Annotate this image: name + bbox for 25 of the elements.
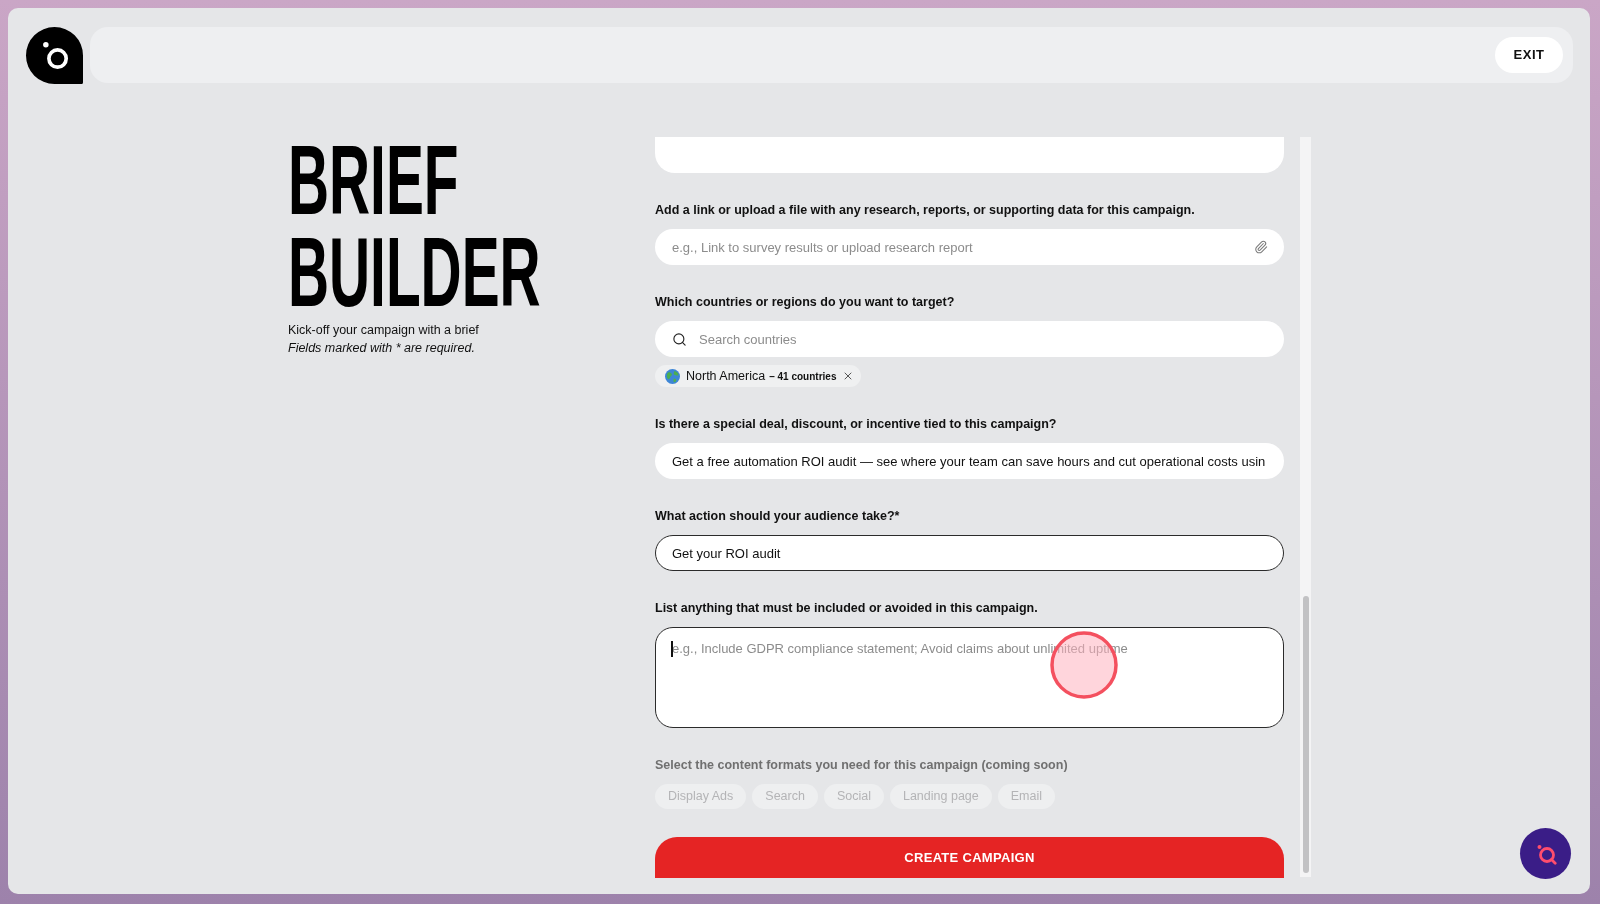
search-input[interactable]: Search countries — [655, 321, 1284, 357]
text-input[interactable]: Get your ROI audit — [655, 535, 1284, 571]
text-area-field[interactable] — [655, 137, 1284, 173]
field-label: List anything that must be included or avoided in this campaign. — [655, 600, 1039, 617]
create-campaign-button[interactable]: CREATE CAMPAIGN — [655, 837, 1284, 878]
region-name: North America — [686, 367, 766, 385]
chat-button[interactable] — [1520, 828, 1571, 879]
field-label: Select the content formats you need for this campaign (coming soon) — [655, 757, 1069, 774]
globe-icon — [665, 368, 680, 384]
text-input[interactable]: Get a free automation ROI audit — see where your team can save hours and cut operational costs usin — [655, 443, 1284, 479]
exit-button[interactable]: EXIT — [1495, 37, 1563, 73]
field-label: Add a link or upload a file with any research, reports, or supporting data for this campaign. — [655, 202, 1196, 219]
logo-icon[interactable] — [26, 27, 83, 84]
field-label: Which countries or regions do you want to target? — [655, 294, 956, 311]
required-note: Fields marked with * are required. — [288, 340, 476, 357]
text-cursor-icon — [671, 641, 673, 657]
paperclip-icon[interactable] — [1254, 240, 1268, 254]
search-icon — [672, 332, 687, 347]
field-label: Is there a special deal, discount, or incentive tied to this campaign? — [655, 416, 1058, 433]
link-input[interactable]: e.g., Link to survey results or upload research report — [655, 229, 1284, 265]
page-title: BRIEF BUILDER — [288, 134, 542, 318]
scrollbar-thumb[interactable] — [1302, 596, 1309, 873]
field-label: What action should your audience take?* — [655, 508, 901, 525]
country-count: – 41 countries — [769, 369, 837, 384]
page-subtitle: Kick-off your campaign with a brief — [288, 322, 480, 339]
